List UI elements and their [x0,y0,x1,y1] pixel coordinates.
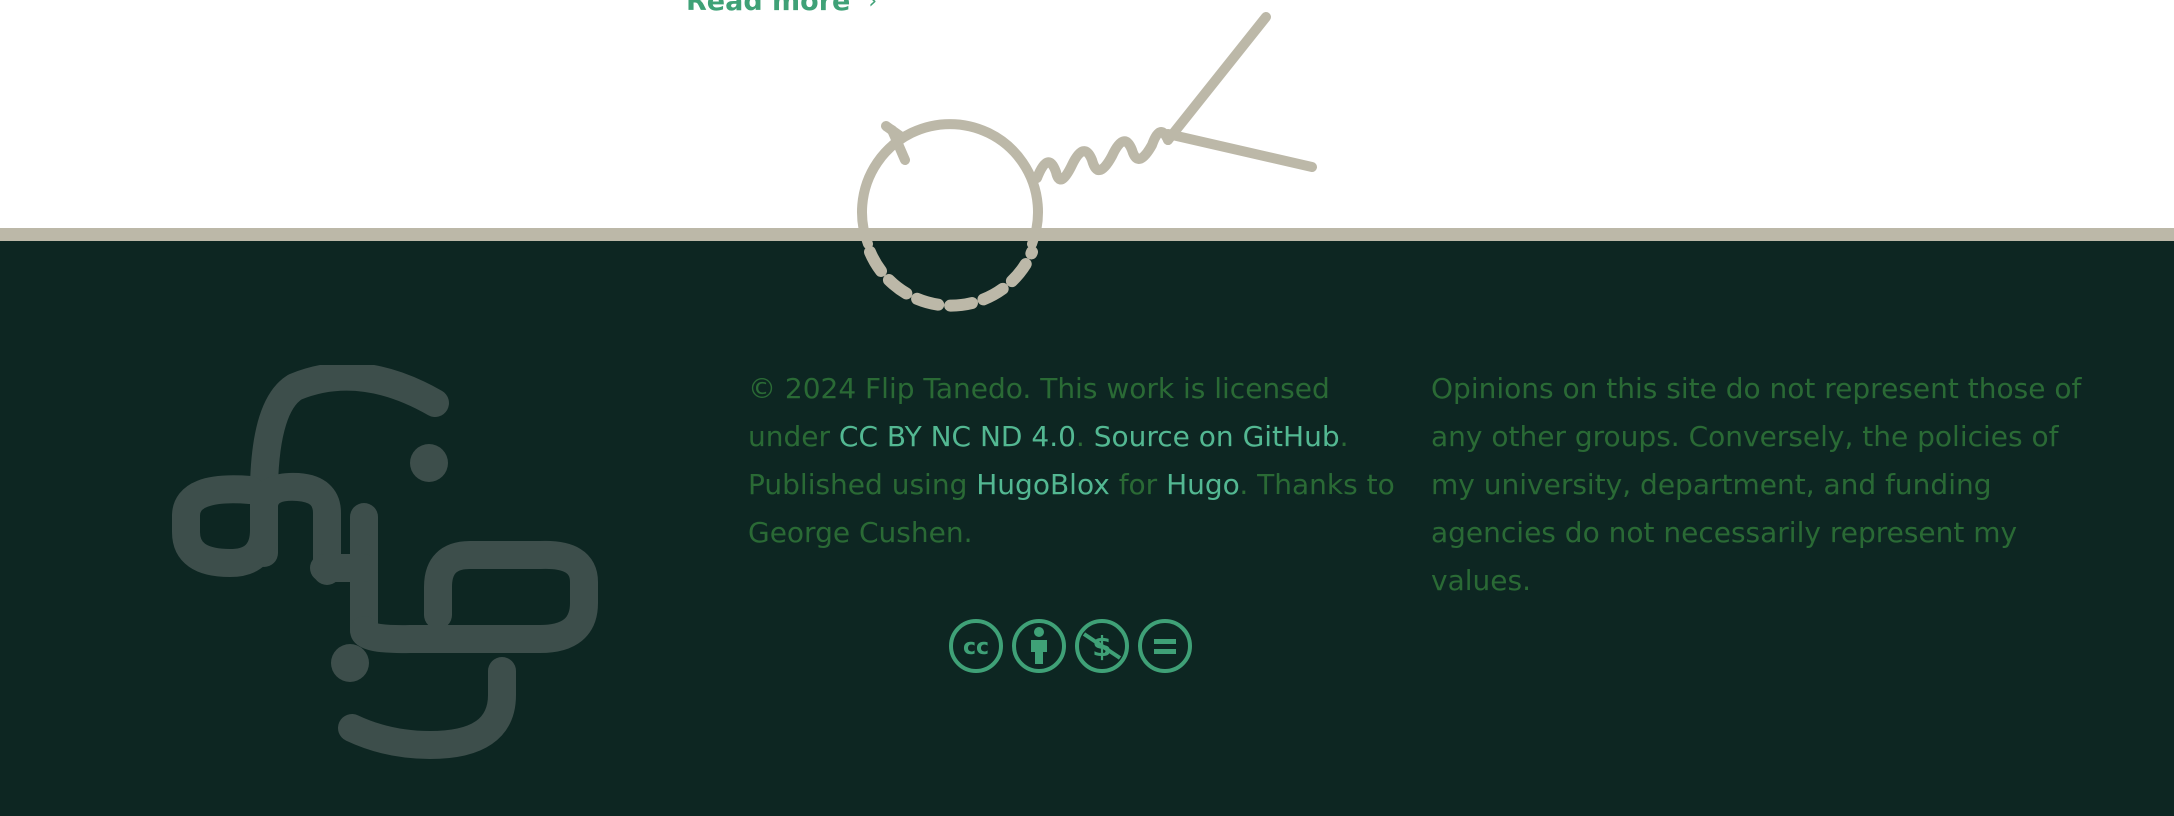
flip-logo [172,365,598,759]
non-commercial-icon: $ [1075,619,1129,673]
license-link[interactable]: CC BY NC ND 4.0 [839,420,1076,453]
read-more-label: Read more [686,0,851,17]
hugoblox-link[interactable]: HugoBlox [976,468,1110,501]
attribution-icon [1012,619,1066,673]
footer-divider [0,228,2174,241]
footer-disclaimer: Opinions on this site do not represent t… [1431,365,2096,605]
footer-copyright: © 2024 Flip Tanedo. This work is license… [748,365,1413,557]
hugo-link[interactable]: Hugo [1166,468,1239,501]
creative-commons-icon: cc [949,619,1003,673]
svg-text:cc: cc [963,635,989,660]
article-area: Read more › [0,0,2174,228]
disclaimer-text: Opinions on this site do not represent t… [1431,372,2082,597]
read-more-link[interactable]: Read more › [686,0,877,17]
license-icons[interactable]: cc $ [948,618,1193,674]
chevron-right-icon: › [868,0,878,14]
separator-text: . [1075,420,1094,453]
source-link[interactable]: Source on GitHub [1094,420,1340,453]
no-derivatives-icon [1138,619,1192,673]
for-text: for [1109,468,1167,501]
